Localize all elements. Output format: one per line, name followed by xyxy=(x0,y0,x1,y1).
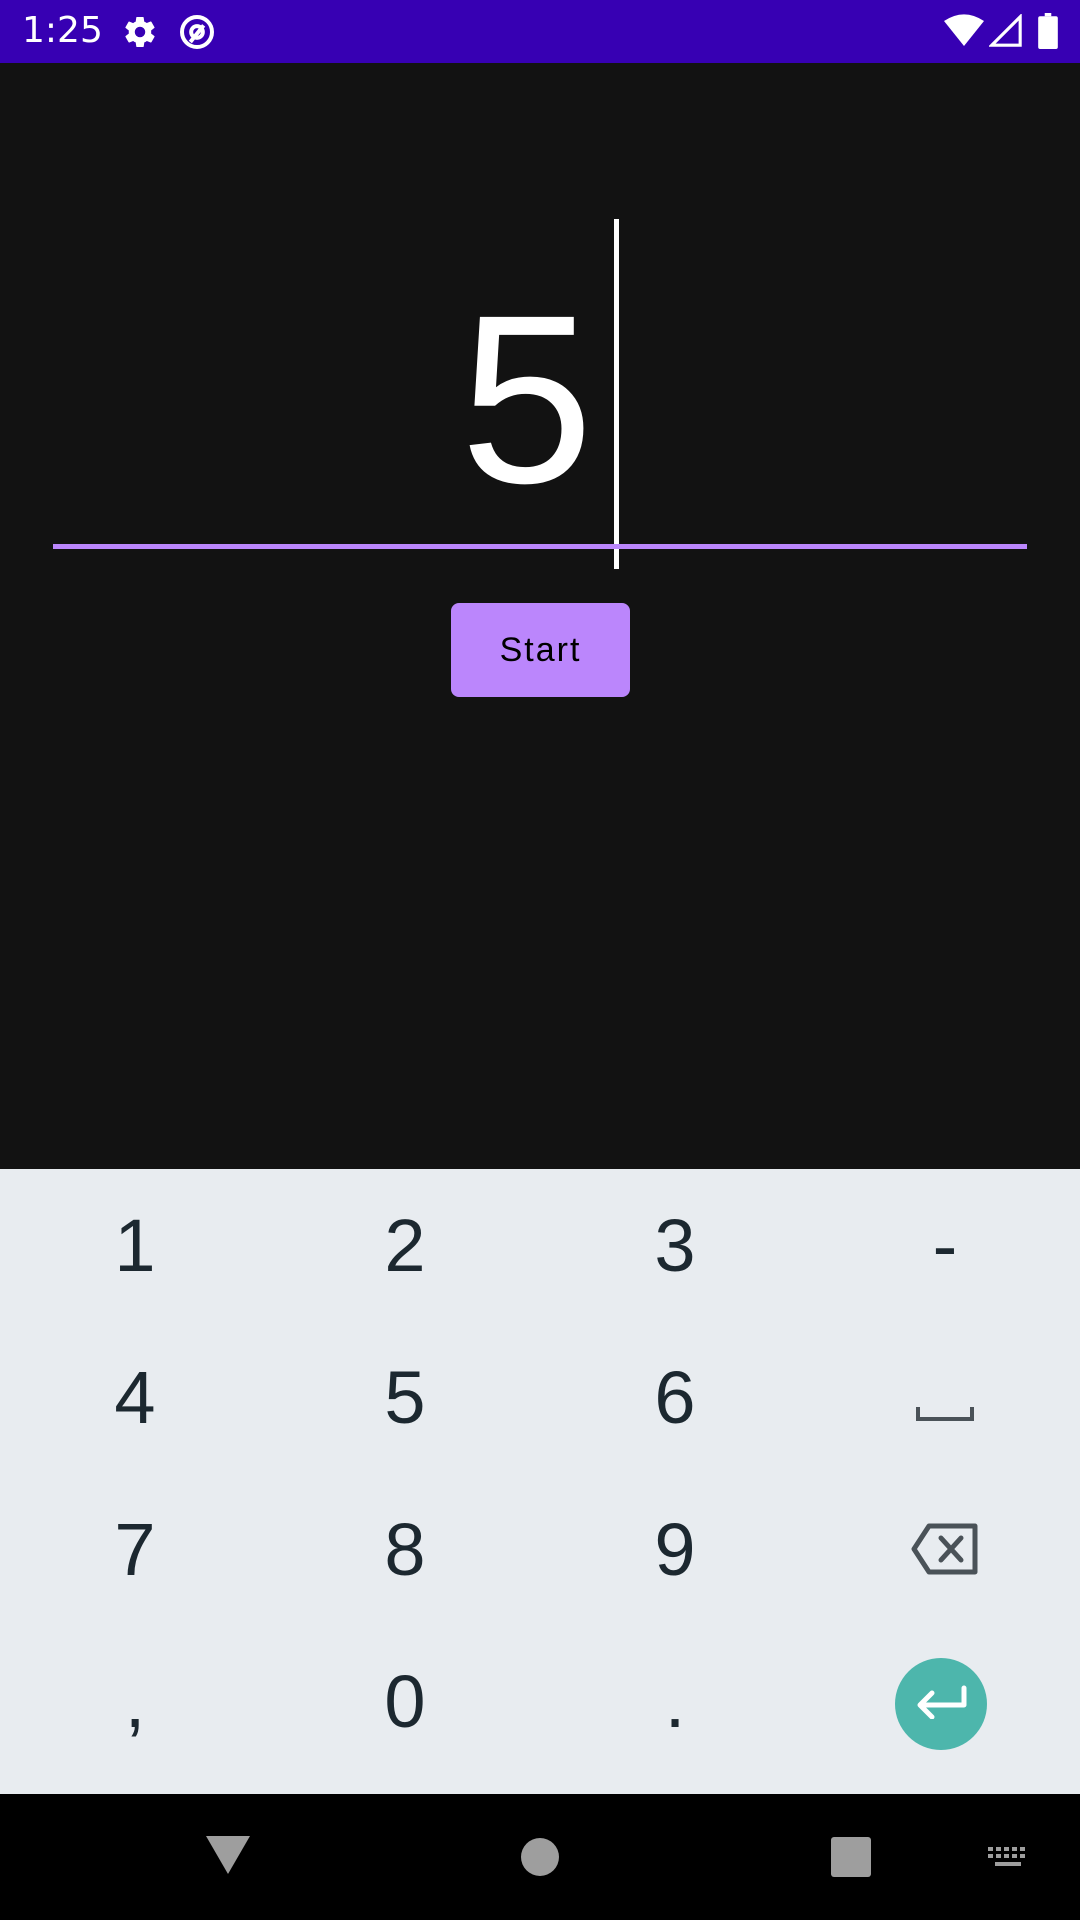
key-8[interactable]: 8 xyxy=(270,1473,540,1625)
enter-icon xyxy=(914,1685,968,1723)
key-5-label: 5 xyxy=(384,1355,426,1439)
timer-app: 5 Start xyxy=(0,63,1080,1169)
key-8-label: 8 xyxy=(384,1507,426,1591)
key-period[interactable]: . xyxy=(540,1625,810,1777)
numeric-keyboard: 1 2 3 - 4 5 6 7 8 9 , 0 . xyxy=(0,1169,1080,1794)
key-4-label: 4 xyxy=(114,1355,156,1439)
key-0-label: 0 xyxy=(384,1659,426,1743)
key-period-label: . xyxy=(664,1659,686,1743)
key-2[interactable]: 2 xyxy=(270,1169,540,1321)
key-7[interactable]: 7 xyxy=(0,1473,270,1625)
key-6[interactable]: 6 xyxy=(540,1321,810,1473)
text-cursor xyxy=(614,219,619,569)
key-4[interactable]: 4 xyxy=(0,1321,270,1473)
key-comma-label: , xyxy=(124,1659,146,1743)
backspace-icon xyxy=(911,1507,979,1592)
wifi-icon xyxy=(944,14,984,52)
key-5[interactable]: 5 xyxy=(270,1321,540,1473)
keyboard-switch-icon[interactable] xyxy=(987,1846,1029,1874)
enter-key[interactable] xyxy=(895,1658,987,1750)
key-3[interactable]: 3 xyxy=(540,1169,810,1321)
at-sign-icon xyxy=(177,12,217,56)
back-icon[interactable] xyxy=(204,1834,252,1880)
status-time: 1:25 xyxy=(22,10,103,51)
key-6-label: 6 xyxy=(654,1355,696,1439)
key-1-label: 1 xyxy=(114,1203,156,1287)
key-9-label: 9 xyxy=(654,1507,696,1591)
number-input[interactable]: 5 xyxy=(0,219,1080,569)
recents-icon[interactable] xyxy=(830,1836,872,1882)
key-0[interactable]: 0 xyxy=(270,1625,540,1777)
start-button[interactable]: Start xyxy=(451,603,630,697)
signal-icon xyxy=(988,13,1023,52)
key-3-label: 3 xyxy=(654,1203,696,1287)
key-1[interactable]: 1 xyxy=(0,1169,270,1321)
key-backspace[interactable] xyxy=(810,1473,1080,1625)
key-2-label: 2 xyxy=(384,1203,426,1287)
battery-icon xyxy=(1038,13,1058,53)
status-bar: 1:25 xyxy=(0,0,1080,63)
key-7-label: 7 xyxy=(114,1507,156,1591)
key-9[interactable]: 9 xyxy=(540,1473,810,1625)
key-minus[interactable]: - xyxy=(810,1169,1080,1321)
input-underline xyxy=(53,544,1027,549)
key-space[interactable] xyxy=(810,1321,1080,1473)
space-icon xyxy=(915,1355,975,1440)
gear-icon xyxy=(122,14,158,54)
key-comma[interactable]: , xyxy=(0,1625,270,1777)
home-icon[interactable] xyxy=(520,1837,560,1881)
key-minus-label: - xyxy=(932,1203,958,1287)
number-input-value: 5 xyxy=(460,265,594,533)
navigation-bar xyxy=(0,1794,1080,1920)
